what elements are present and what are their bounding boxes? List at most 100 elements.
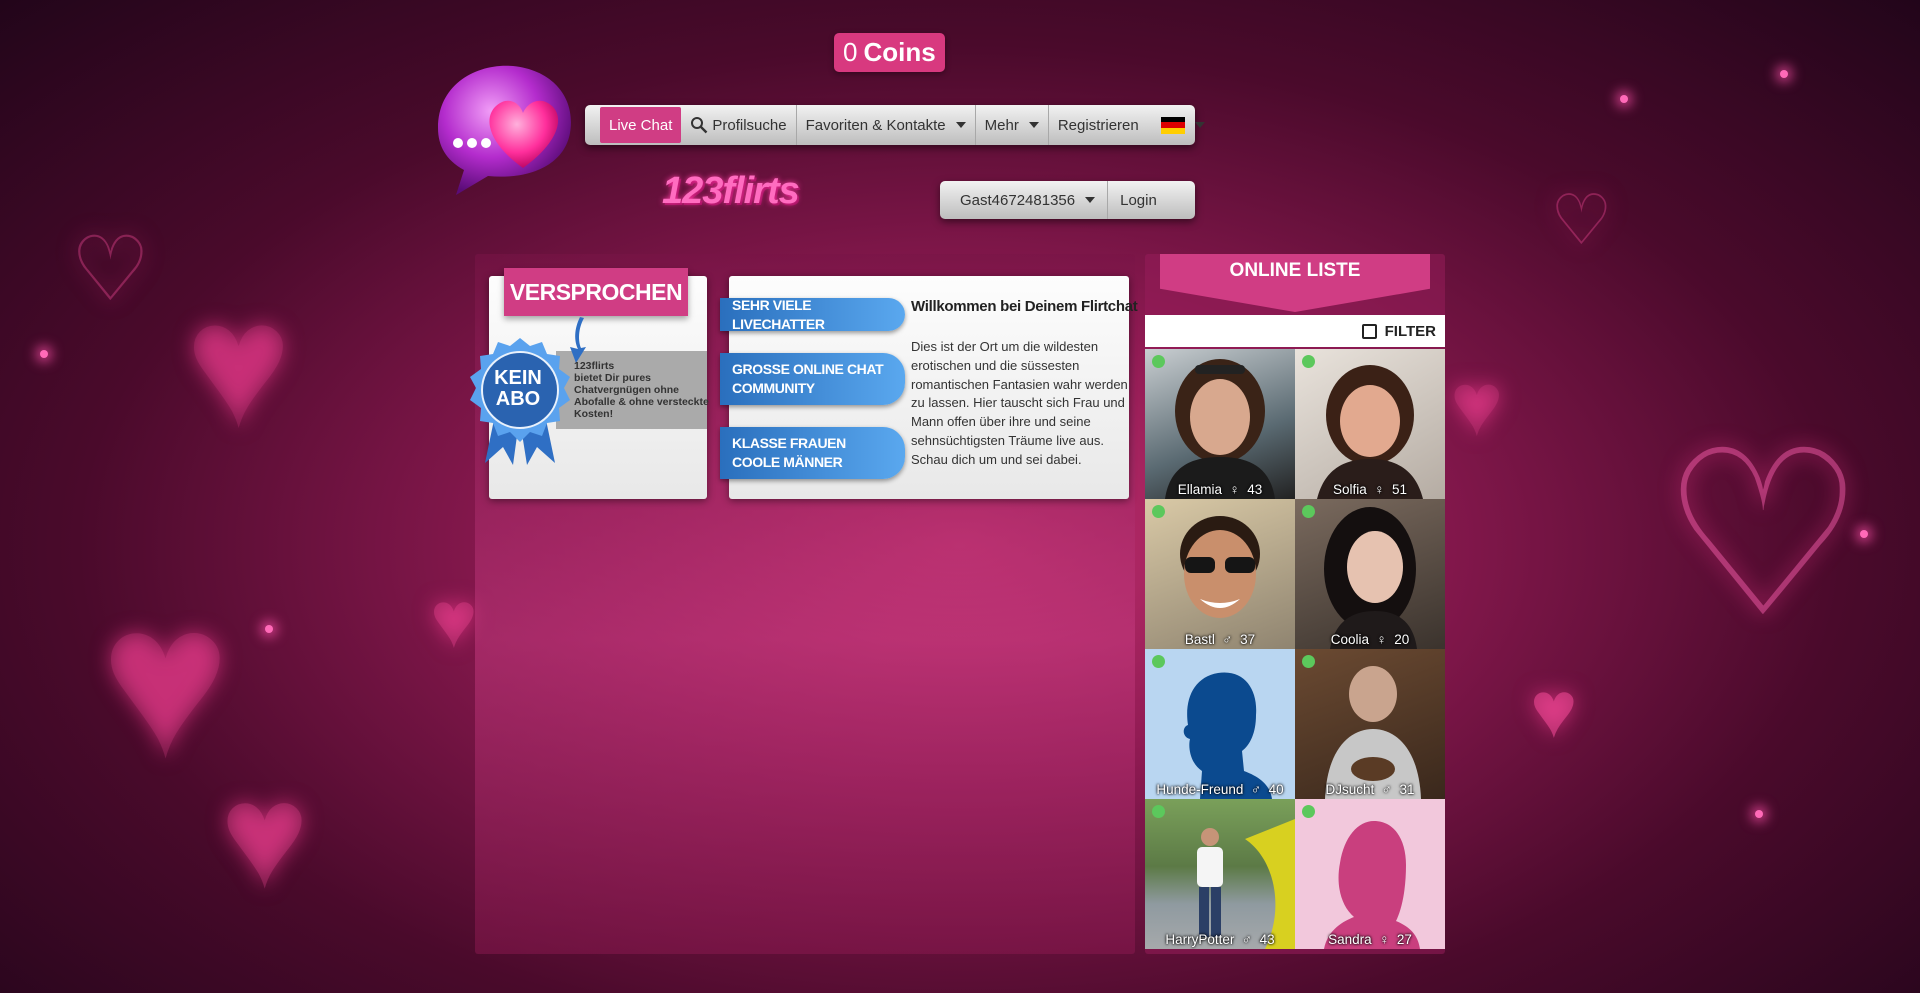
user-tile-label: Sandra ♀ 27	[1295, 932, 1445, 947]
background-heart-icon: ♥	[430, 575, 478, 664]
online-status-icon	[1302, 655, 1315, 668]
feature-tab-community: GROSSE ONLINE CHAT COMMUNITY	[720, 353, 905, 405]
main-navigation: Live Chat Profilsuche Favoriten & Kontak…	[585, 105, 1205, 145]
chevron-down-icon	[955, 122, 966, 128]
user-name: Solfia	[1333, 482, 1367, 497]
chevron-down-icon	[1085, 197, 1096, 203]
user-name: Sandra	[1328, 932, 1372, 947]
user-name: HarryPotter	[1165, 932, 1235, 947]
user-tile-label: DJsucht ♂ 31	[1295, 782, 1445, 797]
user-tile-label: Solfia ♀ 51	[1295, 482, 1445, 497]
user-photo	[1165, 359, 1275, 499]
promise-text-line: Kosten!	[574, 408, 614, 420]
promise-text-line: Chatvergnügen ohne	[574, 384, 680, 396]
nav-more[interactable]: Mehr	[976, 105, 1049, 145]
user-age: 51	[1391, 482, 1407, 497]
male-icon: ♂	[1238, 932, 1256, 947]
nav-profile-search-label: Profilsuche	[712, 116, 787, 134]
male-icon: ♂	[1378, 782, 1396, 797]
sparkle-dot	[40, 350, 48, 358]
user-tile[interactable]: Sandra ♀ 27	[1295, 799, 1445, 949]
feature-tab-many-chatters: SEHR VIELE LIVECHATTER	[720, 297, 905, 332]
user-photo	[1325, 666, 1421, 799]
login-button[interactable]: Login	[1107, 181, 1169, 219]
chat-bubble-logo-icon[interactable]	[428, 58, 578, 198]
background-heart-icon: ♡	[1550, 181, 1613, 259]
user-tile[interactable]: Coolia ♀ 20	[1295, 499, 1445, 649]
username-label: Gast4672481356	[960, 191, 1076, 209]
female-icon: ♀	[1375, 932, 1394, 947]
username-dropdown[interactable]: Gast4672481356	[940, 181, 1107, 219]
user-tile-label: Hunde-Freund ♂ 40	[1145, 782, 1295, 797]
male-icon: ♂	[1247, 782, 1265, 797]
coins-count: 0	[843, 37, 858, 67]
filter-checkbox[interactable]	[1361, 323, 1377, 339]
background-heart-icon: ♥	[1450, 355, 1504, 455]
background-heart-icon: ♥	[1530, 665, 1578, 754]
nav-favorites-label: Favoriten & Kontakte	[805, 116, 946, 134]
nav-profile-search[interactable]: Profilsuche	[681, 105, 797, 145]
online-user-grid: Ellamia ♀ 43 Solfia ♀ 51 Bastl ♂ 37 Cool…	[1145, 349, 1445, 949]
promise-text-line: Abofalle & ohne versteckte	[574, 396, 709, 408]
user-age: 27	[1396, 932, 1412, 947]
filter-bar[interactable]: FILTER	[1145, 315, 1445, 347]
user-age: 43	[1259, 932, 1275, 947]
feature-tab-label: COMMUNITY	[732, 380, 815, 396]
sparkle-dot	[1620, 95, 1628, 103]
user-tile-label: Ellamia ♀ 43	[1145, 482, 1295, 497]
user-tile[interactable]: Ellamia ♀ 43	[1145, 349, 1295, 499]
user-tile-label: HarryPotter ♂ 43	[1145, 932, 1295, 947]
user-name: Hunde-Freund	[1156, 782, 1244, 797]
filter-label[interactable]: FILTER	[1385, 323, 1436, 340]
background-heart-icon: ♥	[185, 264, 292, 465]
user-age: 20	[1394, 632, 1410, 647]
language-selector[interactable]	[1148, 105, 1214, 145]
female-icon: ♀	[1225, 482, 1244, 497]
user-tile[interactable]: Hunde-Freund ♂ 40	[1145, 649, 1295, 799]
welcome-body: Dies ist der Ort um die wildesten erotis…	[911, 339, 1128, 467]
user-name: DJsucht	[1325, 782, 1375, 797]
sparkle-dot	[1780, 70, 1788, 78]
user-tile-label: Bastl ♂ 37	[1145, 632, 1295, 647]
user-tile[interactable]: Solfia ♀ 51	[1295, 349, 1445, 499]
promise-banner: VERSPROCHEN	[504, 268, 688, 316]
user-tile[interactable]: DJsucht ♂ 31	[1295, 649, 1445, 799]
user-name: Ellamia	[1177, 482, 1223, 497]
login-label: Login	[1120, 191, 1157, 209]
user-tile-label: Coolia ♀ 20	[1295, 632, 1445, 647]
online-status-icon	[1302, 355, 1315, 368]
nav-register-label: Registrieren	[1057, 116, 1139, 134]
feature-tab-label: KLASSE FRAUEN	[732, 435, 846, 451]
user-name: Bastl	[1184, 632, 1215, 647]
seal-line-1: KEIN	[494, 367, 542, 389]
female-icon: ♀	[1370, 482, 1389, 497]
coins-badge[interactable]: 0 Coins	[834, 33, 945, 72]
sparkle-dot	[1755, 810, 1763, 818]
online-status-icon	[1302, 505, 1315, 518]
feature-tab-women-men: KLASSE FRAUEN COOLE MÄNNER	[720, 427, 905, 479]
nav-register[interactable]: Registrieren	[1049, 105, 1148, 145]
online-status-icon	[1152, 655, 1165, 668]
online-status-icon	[1152, 805, 1165, 818]
welcome-title: Willkommen bei Deinem Flirtchat	[911, 298, 1138, 315]
nav-live-chat[interactable]: Live Chat	[600, 107, 682, 143]
online-status-icon	[1152, 505, 1165, 518]
user-bar: Gast4672481356 Login	[940, 181, 1195, 219]
user-photo	[1180, 516, 1260, 618]
seal-line-2: ABO	[495, 388, 541, 410]
user-photo	[1324, 507, 1417, 649]
promise-text-line: 123flirts	[574, 360, 615, 372]
brand-logo[interactable]: 123flirts	[662, 170, 800, 213]
feature-tab-label: COOLE MÄNNER	[732, 454, 843, 470]
germany-flag-icon	[1160, 116, 1185, 134]
search-icon	[691, 117, 708, 134]
user-age: 37	[1240, 632, 1256, 647]
chevron-down-icon	[1028, 122, 1039, 128]
female-icon: ♀	[1372, 632, 1391, 647]
user-age: 31	[1399, 782, 1415, 797]
user-tile[interactable]: HarryPotter ♂ 43	[1145, 799, 1295, 949]
background-heart-icon: ♡	[70, 220, 151, 320]
promise-text: 123flirts bietet Dir pures Chatvergnügen…	[574, 360, 714, 420]
user-tile[interactable]: Bastl ♂ 37	[1145, 499, 1295, 649]
nav-favorites-contacts[interactable]: Favoriten & Kontakte	[797, 105, 976, 145]
